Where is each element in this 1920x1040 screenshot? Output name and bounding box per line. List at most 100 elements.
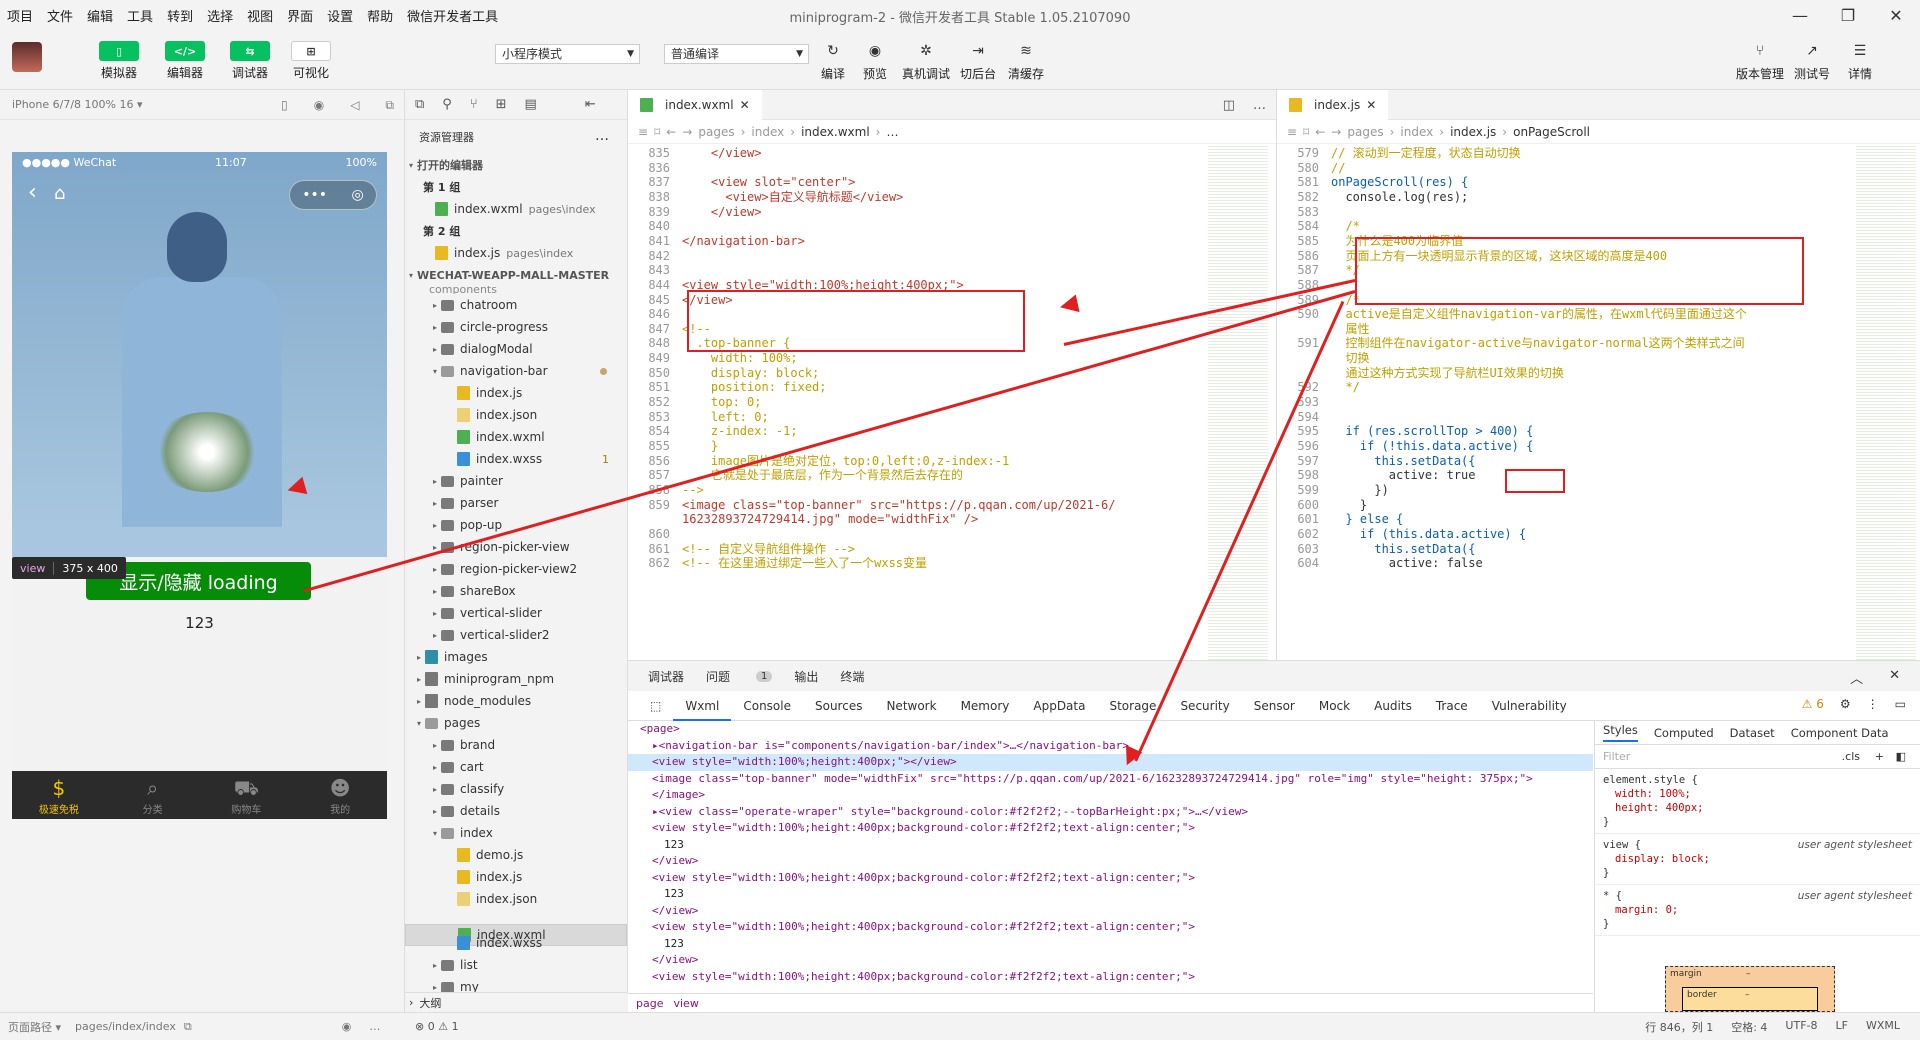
toolbar-button-0[interactable]: ▯ 模拟器 bbox=[96, 41, 142, 81]
cls-button[interactable]: .cls bbox=[1842, 750, 1860, 763]
sound-icon[interactable]: ◁ bbox=[350, 98, 359, 113]
record-icon[interactable]: ◉ bbox=[314, 98, 324, 113]
toolbar-button-1[interactable]: </> 编辑器 bbox=[162, 41, 208, 81]
avatar[interactable] bbox=[12, 42, 42, 72]
close-icon[interactable]: ✕ bbox=[740, 98, 750, 112]
source-control-icon[interactable]: ⑂ bbox=[470, 97, 478, 112]
style-tab-2[interactable]: Dataset bbox=[1730, 726, 1775, 740]
menu-item[interactable]: 文件 bbox=[40, 6, 80, 25]
tree-item[interactable]: ▸ details bbox=[405, 800, 627, 822]
debug-tab-3[interactable]: 终端 bbox=[840, 668, 864, 685]
more-icon[interactable]: … bbox=[369, 1020, 380, 1033]
back-icon[interactable]: ← bbox=[666, 125, 676, 139]
menu-item[interactable]: 界面 bbox=[280, 6, 320, 25]
copy-icon[interactable]: ⧉ bbox=[184, 1020, 192, 1034]
devtools-tab-audits[interactable]: Audits bbox=[1362, 691, 1424, 721]
back-icon[interactable]: ‹ bbox=[28, 180, 37, 205]
menu-capsule[interactable]: ••• ◎ bbox=[289, 180, 377, 210]
toolbar-action-4[interactable]: ≋ 清缓存 bbox=[1001, 43, 1051, 82]
toolbar-right-2[interactable]: ☰ 详情 bbox=[1835, 43, 1885, 82]
status-item[interactable]: LF bbox=[1836, 1019, 1848, 1035]
filter-input[interactable]: Filter bbox=[1603, 750, 1630, 763]
menu-item[interactable]: 帮助 bbox=[360, 6, 400, 25]
devtools-tab-security[interactable]: Security bbox=[1168, 691, 1241, 721]
tree-item[interactable]: ▸ circle-progress bbox=[405, 316, 627, 338]
collapse-icon[interactable]: ⇤ bbox=[585, 97, 596, 112]
page-path-label[interactable]: 页面路径 ▾ bbox=[8, 1019, 61, 1035]
status-item[interactable]: WXML bbox=[1866, 1019, 1900, 1035]
menu-item[interactable]: 转到 bbox=[160, 6, 200, 25]
debug-tab-2[interactable]: 输出 bbox=[794, 668, 818, 685]
breadcrumb-item[interactable]: index.wxml bbox=[801, 125, 870, 139]
dom-node[interactable]: <view style="width:100%;height:400px;bac… bbox=[628, 969, 1593, 986]
dom-node[interactable]: <view style="width:100%;height:400px;bac… bbox=[628, 870, 1593, 887]
forward-icon[interactable]: → bbox=[1331, 125, 1341, 139]
close-icon[interactable]: ✕ bbox=[1366, 98, 1376, 112]
menu-item[interactable]: 项目 bbox=[0, 6, 40, 25]
tab-2[interactable]: ⛟ 购物车 bbox=[200, 771, 294, 819]
more-icon[interactable]: ••• bbox=[302, 187, 327, 203]
dom-node[interactable]: <page> bbox=[628, 721, 1593, 738]
breadcrumb-item[interactable]: pages bbox=[698, 125, 734, 139]
warning-count[interactable]: ⚠ 6 bbox=[1802, 697, 1824, 711]
dom-node[interactable]: </view> bbox=[628, 853, 1593, 870]
tree-item[interactable]: ▸ dialogModal bbox=[405, 338, 627, 360]
devtools-tab-wxml[interactable]: Wxml bbox=[673, 691, 732, 721]
tree-item[interactable]: ▸ region-picker-view2 bbox=[405, 558, 627, 580]
devtools-tab-network[interactable]: Network bbox=[874, 691, 948, 721]
inspect-icon[interactable]: ⬚ bbox=[638, 691, 673, 721]
tree-item[interactable]: index.js bbox=[405, 866, 627, 888]
devtools-tab-appdata[interactable]: AppData bbox=[1021, 691, 1097, 721]
mode-select[interactable]: 小程序模式 ▼ bbox=[495, 44, 640, 64]
dom-crumb-item[interactable]: view bbox=[673, 997, 698, 1010]
devtools-tab-sources[interactable]: Sources bbox=[803, 691, 874, 721]
dom-node[interactable]: 123 bbox=[628, 886, 1593, 903]
extensions-icon[interactable]: ⊞ bbox=[496, 97, 507, 112]
devtools-tab-memory[interactable]: Memory bbox=[949, 691, 1022, 721]
code-area[interactable]: 579// 滚动到一定程度，状态自动切换 580//581 onPageScroll… bbox=[1277, 144, 1920, 660]
tree-item[interactable]: index.wxss 1 bbox=[405, 448, 627, 470]
rule-property[interactable]: display: block; bbox=[1603, 852, 1912, 866]
open-editor-item[interactable]: index.wxml pages\index bbox=[405, 198, 627, 220]
tab-1[interactable]: ⌕ 分类 bbox=[106, 771, 200, 819]
bookmark-icon[interactable]: ⌑ bbox=[654, 125, 660, 139]
status-item[interactable]: UTF-8 bbox=[1785, 1019, 1817, 1035]
phone-icon[interactable]: ▯ bbox=[281, 98, 288, 113]
wxml-tree[interactable]: <page> ▸<navigation-bar is="components/na… bbox=[628, 721, 1593, 993]
close-target-icon[interactable]: ◎ bbox=[352, 187, 364, 203]
open-editors-section[interactable]: ▾ 打开的编辑器 bbox=[405, 154, 627, 176]
toolbar-right-0[interactable]: ⑂ 版本管理 bbox=[1735, 43, 1785, 82]
breadcrumb-item[interactable]: index bbox=[751, 125, 784, 139]
tree-item[interactable]: ▸ images bbox=[405, 646, 627, 668]
breadcrumb-item[interactable]: index bbox=[1400, 125, 1433, 139]
tree-item[interactable]: ▸ cart bbox=[405, 756, 627, 778]
tree-item[interactable]: ▸ chatroom bbox=[405, 294, 627, 316]
toolbar-button-2[interactable]: ⇆ 调试器 bbox=[227, 41, 273, 81]
tree-item[interactable]: ▸ vertical-slider bbox=[405, 602, 627, 624]
menu-item[interactable]: 编辑 bbox=[80, 6, 120, 25]
bookmark-icon[interactable]: ⌑ bbox=[1303, 125, 1309, 139]
menu-item[interactable]: 微信开发者工具 bbox=[400, 6, 505, 25]
tree-item[interactable]: index.wxss bbox=[405, 932, 627, 954]
breadcrumb-item[interactable]: pages bbox=[1347, 125, 1383, 139]
status-item[interactable]: 行 846，列 1 bbox=[1645, 1019, 1713, 1035]
tree-item[interactable]: ▸ region-picker-view bbox=[405, 536, 627, 558]
devtools-tab-vulnerability[interactable]: Vulnerability bbox=[1480, 691, 1579, 721]
more-icon[interactable]: ⋮ bbox=[1867, 697, 1879, 711]
home-icon[interactable]: ⌂ bbox=[54, 183, 65, 204]
styles-filter[interactable]: Filter .cls + ◧ bbox=[1595, 745, 1920, 769]
more-icon[interactable]: … bbox=[1253, 98, 1266, 113]
debug-tab-1[interactable]: 问题 bbox=[706, 668, 730, 685]
list-icon[interactable]: ≡ bbox=[638, 125, 648, 139]
tree-item[interactable]: ▸ classify bbox=[405, 778, 627, 800]
rule-property[interactable]: width: 100%; bbox=[1603, 787, 1912, 801]
dom-node[interactable]: <view style="width:100%;height:400px;bac… bbox=[628, 919, 1593, 936]
eye-icon[interactable]: ◉ bbox=[342, 1020, 352, 1033]
more-icon[interactable]: … bbox=[595, 128, 609, 144]
devtools-tab-trace[interactable]: Trace bbox=[1424, 691, 1480, 721]
tree-item[interactable]: index.wxml bbox=[405, 426, 627, 448]
dom-node[interactable]: 123 bbox=[628, 936, 1593, 953]
status-item[interactable]: 空格: 4 bbox=[1731, 1019, 1767, 1035]
toolbar-action-1[interactable]: ◉ 预览 bbox=[850, 43, 900, 82]
add-rule-icon[interactable]: + bbox=[1875, 750, 1884, 763]
